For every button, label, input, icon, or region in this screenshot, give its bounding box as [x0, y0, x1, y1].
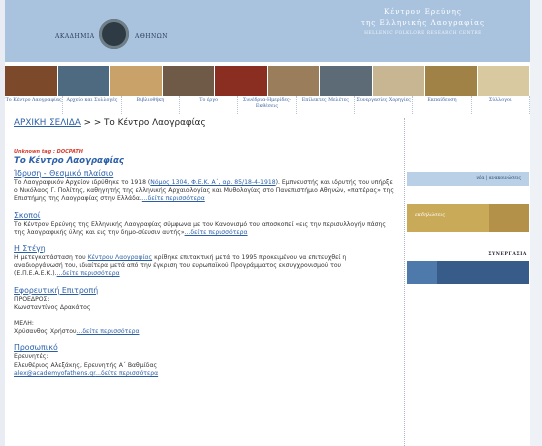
right-frame-border	[530, 0, 542, 446]
main-navigation: Το Κέντρο Λαογραφίας Αρχείο και Συλλογές Β…	[5, 96, 530, 114]
page-title: Το Κέντρο Λαογραφίας	[14, 156, 125, 166]
board-member-name: Χρύσανθος Χρήστου	[14, 328, 77, 336]
header-photo	[215, 66, 268, 96]
header-photo	[110, 66, 163, 96]
section-board-heading[interactable]: Εφορευτική Επιτροπή	[14, 286, 394, 296]
center-title-line2: της Ελληνικής Λαογραφίας	[360, 18, 485, 27]
header-photo	[425, 66, 478, 96]
board-members-line: Χρύσανθος Χρήστου...δείτε περισσότερα	[14, 328, 394, 336]
events-banner[interactable]: εκδηλώσεις	[407, 204, 529, 232]
header-photo	[162, 66, 215, 96]
section-goals-heading[interactable]: Σκοποί	[14, 211, 394, 221]
section-staff: Προσωπικό Ερευνητές: Ελευθέριος Αλεξάκης…	[14, 343, 394, 378]
academy-name-right: ΑΘΗΝΩΝ	[135, 33, 168, 40]
center-link[interactable]: Κέντρου Λαογραφίας	[88, 254, 153, 261]
header-photo	[320, 66, 373, 96]
cooperation-heading: ΣΥΝΕΡΓΑΣΙΑ	[488, 252, 527, 257]
founding-more-link[interactable]: ...δείτε περισσότερα	[142, 195, 205, 202]
staff-contact-line: alex@academyofathens.gr...δείτε περισσότ…	[14, 370, 394, 378]
board-more-link[interactable]: ...δείτε περισσότερα	[77, 328, 140, 335]
athena-seal-icon	[99, 19, 129, 49]
staff-more-link[interactable]: ...δείτε περισσότερα	[95, 370, 158, 377]
center-title: Κέντρον Ερεύνης της Ελληνικής Λαογραφίας…	[361, 6, 485, 36]
news-banner[interactable]: νέα | ανακοινώσεις	[407, 172, 529, 186]
staff-email-link[interactable]: alex@academyofathens.gr	[14, 370, 95, 377]
section-goals-text: Το Κέντρον Ερεύνης της Ελληνικής Λαογραφ…	[14, 221, 394, 237]
header-photo	[372, 66, 425, 96]
right-sidebar: νέα | ανακοινώσεις εκδηλώσεις ΣΥΝΕΡΓΑΣΙΑ	[404, 118, 531, 446]
header-photo	[267, 66, 320, 96]
nav-item[interactable]: Επίλεκτες Μελέτες	[297, 96, 355, 114]
board-president-label: ΠΡΟΕΔΡΟΣ:	[14, 295, 50, 303]
building-more-link[interactable]: ...δείτε περισσότερα	[57, 270, 120, 277]
breadcrumb-separator: > >	[80, 118, 105, 128]
main-content: Unknown tag : DOCPATH Το Κέντρο Λαογραφί…	[14, 149, 394, 385]
staff-researcher-name: Ελευθέριος Αλεξάκης, Ερευνητής Α΄ Βαθμίδ…	[14, 361, 158, 369]
nav-item[interactable]: Βιβλιοθήκη	[122, 96, 180, 114]
breadcrumb-current: Το Κέντρο Λαογραφίας	[104, 118, 206, 128]
nav-item[interactable]: Το έργο	[180, 96, 239, 114]
nav-item[interactable]: Συνέδρια-Ημερίδες-Εκθέσεις	[238, 96, 297, 114]
building-text-start: Η μετεγκατάσταση του	[14, 254, 88, 262]
section-founding-text: Το Λαογραφικόν Αρχείον ιδρύθηκε το 1918 …	[14, 179, 394, 204]
section-board: Εφορευτική Επιτροπή ΠΡΟΕΔΡΟΣ: Κωνσταντίν…	[14, 286, 394, 337]
nav-item[interactable]: Συνεργασίες Χορηγίες	[355, 96, 414, 114]
section-founding-heading[interactable]: Ίδρυση - Θεσμικό πλαίσιο	[14, 169, 394, 179]
breadcrumb: ΑΡΧΙΚΗ ΣΕΛΙΔΑ > > Το Κέντρο Λαογραφίας	[14, 118, 206, 128]
header-photo	[477, 66, 530, 96]
section-founding: Ίδρυση - Θεσμικό πλαίσιο Το Λαογραφικόν …	[14, 169, 394, 204]
nav-item[interactable]: Εκπαίδευση	[413, 96, 472, 114]
nav-item[interactable]: Σύλλογοι	[472, 96, 530, 114]
photo-strip	[5, 66, 530, 96]
founding-text-start: Το Λαογραφικόν Αρχείον ιδρύθηκε το 1918 …	[14, 179, 151, 186]
breadcrumb-home-link[interactable]: ΑΡΧΙΚΗ ΣΕΛΙΔΑ	[14, 118, 81, 128]
section-building-text: Η μετεγκατάσταση του Κέντρου Λαογραφίας …	[14, 254, 394, 279]
board-president-name: Κωνσταντίνος Δρακάτος	[14, 303, 91, 311]
header-photo	[57, 66, 110, 96]
unknown-tag-notice: Unknown tag : DOCPATH	[14, 149, 83, 155]
law-link[interactable]: Νόμος 1304, Φ.Ε.Κ. Α΄, αρ. 85/18-4-1918	[150, 179, 275, 186]
nav-item[interactable]: Αρχείο και Συλλογές	[63, 96, 122, 114]
section-building-heading[interactable]: Η Στέγη	[14, 244, 394, 254]
center-subtitle: HELLENIC FOLKLORE RESEARCH CENTRE	[364, 31, 482, 36]
header-banner: ΑΚΑΔΗΜΙΑ ΑΘΗΝΩΝ Κέντρον Ερεύνης της Ελλη…	[5, 0, 530, 62]
section-goals: Σκοποί Το Κέντρον Ερεύνης της Ελληνικής …	[14, 211, 394, 237]
staff-researchers-label: Ερευνητές:	[14, 353, 49, 361]
nav-item[interactable]: Το Κέντρο Λαογραφίας	[5, 96, 64, 114]
section-staff-heading[interactable]: Προσωπικό	[14, 343, 394, 353]
center-title-line1: Κέντρον Ερεύνης	[384, 7, 462, 16]
events-banner-label: εκδηλώσεις	[415, 212, 446, 218]
academy-logo[interactable]: ΑΚΑΔΗΜΙΑ ΑΘΗΝΩΝ	[55, 19, 185, 49]
board-members-label: ΜΕΛΗ:	[14, 320, 34, 328]
header-photo	[5, 66, 58, 96]
section-building: Η Στέγη Η μετεγκατάσταση του Κέντρου Λαο…	[14, 244, 394, 279]
academy-name-left: ΑΚΑΔΗΜΙΑ	[55, 33, 95, 40]
goals-more-link[interactable]: ...δείτε περισσότερα	[185, 229, 248, 236]
cooperation-banner[interactable]	[407, 261, 529, 284]
